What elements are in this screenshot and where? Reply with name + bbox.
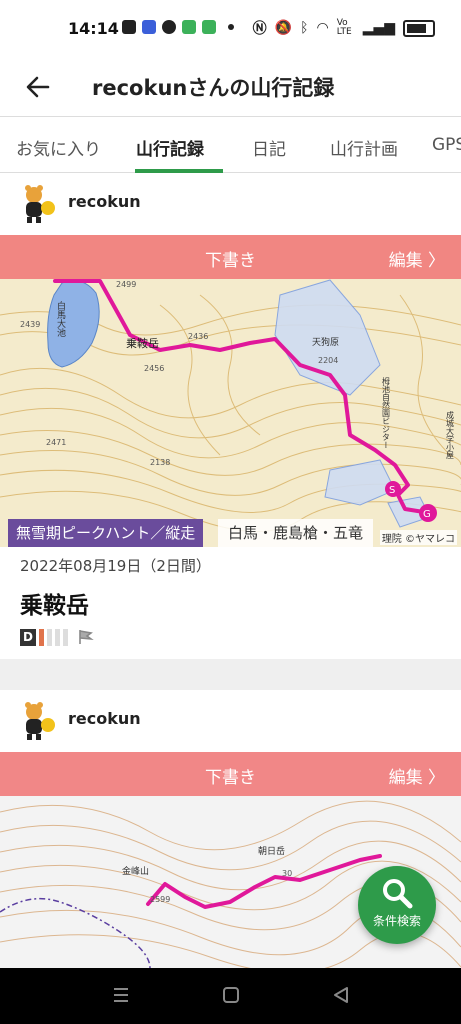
dot-icon bbox=[228, 24, 234, 30]
search-icon bbox=[383, 879, 413, 909]
map-elev-4: 2471 bbox=[46, 438, 66, 447]
line-icon bbox=[182, 20, 196, 34]
status-bar: 14:14 Ⓝ 🔕 ᛒ ◠ Vo LTE ▂▄▆ bbox=[0, 0, 461, 58]
map-graphic: S G 白馬大池 乗鞍岳 天狗原 2436 2204 2456 2471 213… bbox=[0, 235, 461, 547]
card-user-row: recokun bbox=[0, 690, 461, 752]
bluetooth-icon: ᛒ bbox=[300, 20, 309, 36]
map-elev-2: 2204 bbox=[318, 356, 338, 365]
map-elev-6: 2439 bbox=[20, 320, 40, 329]
username[interactable]: recokun bbox=[68, 709, 141, 728]
battery-icon bbox=[403, 19, 435, 37]
search-conditions-button[interactable]: 条件検索 bbox=[358, 866, 436, 944]
level-bar-4 bbox=[63, 628, 68, 646]
username[interactable]: recokun bbox=[68, 192, 141, 211]
fab-label: 条件検索 bbox=[372, 914, 421, 928]
mute-icon: 🔕 bbox=[274, 20, 293, 36]
facebook-icon bbox=[162, 20, 176, 34]
system-nav-bar bbox=[0, 968, 461, 1024]
map-elev-1: 2599 bbox=[150, 895, 170, 904]
map-elev-5: 2138 bbox=[150, 458, 170, 467]
back-arrow-icon[interactable] bbox=[22, 71, 54, 103]
map-label-facility: 栂池自然園ビジター bbox=[382, 376, 391, 449]
signal-icon: ▂▄▆ bbox=[362, 20, 395, 36]
flag-icon bbox=[79, 630, 94, 644]
svg-text:S: S bbox=[389, 485, 395, 496]
message-icon bbox=[122, 20, 136, 34]
edit-link[interactable]: 編集 〉 bbox=[389, 763, 445, 788]
broadcast-icon bbox=[142, 20, 156, 34]
map-label-peak-2: 朝日岳 bbox=[258, 845, 285, 857]
draft-banner: 下書き 編集 〉 bbox=[0, 235, 461, 279]
activity-tag: 無雪期ピークハント／縦走 bbox=[8, 519, 204, 547]
map-elev-1: 2436 bbox=[188, 332, 208, 341]
home-icon[interactable] bbox=[222, 986, 240, 1004]
tab-gps[interactable]: GPS bbox=[432, 135, 461, 155]
difficulty-level: D bbox=[20, 628, 95, 646]
level-bar-3 bbox=[55, 628, 60, 646]
svg-text:G: G bbox=[423, 509, 431, 520]
nfc-icon: Ⓝ bbox=[252, 21, 267, 37]
record-title[interactable]: 乗鞍岳 bbox=[20, 586, 89, 620]
tab-bar: お気に入り 山行記録 日記 山行計画 GPS bbox=[0, 117, 461, 173]
map-label-area: 天狗原 bbox=[312, 336, 339, 348]
route-map[interactable]: S G 白馬大池 乗鞍岳 天狗原 2436 2204 2456 2471 213… bbox=[0, 235, 461, 547]
card-user-row: recokun bbox=[0, 173, 461, 235]
notification-icons bbox=[122, 20, 234, 34]
tab-records[interactable]: 山行記録 bbox=[136, 135, 204, 160]
avatar[interactable] bbox=[18, 183, 58, 225]
record-date: 2022年08月19日（2日間） bbox=[20, 557, 211, 575]
wifi-icon: ◠ bbox=[316, 20, 329, 36]
status-time: 14:14 bbox=[68, 19, 119, 38]
system-status: Ⓝ 🔕 ᛒ ◠ Vo LTE ▂▄▆ bbox=[253, 18, 435, 38]
map-elev-7: 2499 bbox=[116, 280, 136, 289]
tab-plans[interactable]: 山行計画 bbox=[330, 135, 398, 160]
app-icon bbox=[202, 20, 216, 34]
edit-link[interactable]: 編集 〉 bbox=[389, 246, 445, 271]
map-label-peak-1: 金峰山 bbox=[122, 865, 149, 877]
map-label-peak: 乗鞍岳 bbox=[126, 336, 159, 350]
level-badge: D bbox=[20, 628, 36, 646]
app-bar: recokunさんの山行記録 bbox=[0, 58, 461, 117]
map-elev-2: 30 bbox=[282, 869, 292, 878]
level-bar-2 bbox=[47, 628, 52, 646]
page-title: recokunさんの山行記録 bbox=[92, 76, 335, 100]
map-copyright: 理院 ©ヤマレコ bbox=[379, 530, 457, 545]
map-label-lodge: 成城大学小屋 bbox=[446, 410, 455, 460]
record-card[interactable]: recokun S G 白馬大池 乗鞍岳 天狗原 2436 2204 2456 … bbox=[0, 173, 461, 659]
draft-banner: 下書き 編集 〉 bbox=[0, 752, 461, 796]
region-label: 白馬・鹿島槍・五竜 bbox=[218, 519, 374, 547]
map-elev-3: 2456 bbox=[144, 364, 164, 373]
menu-icon[interactable] bbox=[112, 986, 130, 1004]
volte-label: Vo LTE bbox=[336, 18, 352, 37]
map-label-pond: 白馬大池 bbox=[55, 300, 66, 337]
level-bar-1 bbox=[39, 628, 44, 646]
tab-favorites[interactable]: お気に入り bbox=[16, 135, 101, 160]
avatar[interactable] bbox=[18, 700, 58, 742]
tab-diary[interactable]: 日記 bbox=[252, 135, 286, 160]
back-icon[interactable] bbox=[332, 986, 350, 1004]
